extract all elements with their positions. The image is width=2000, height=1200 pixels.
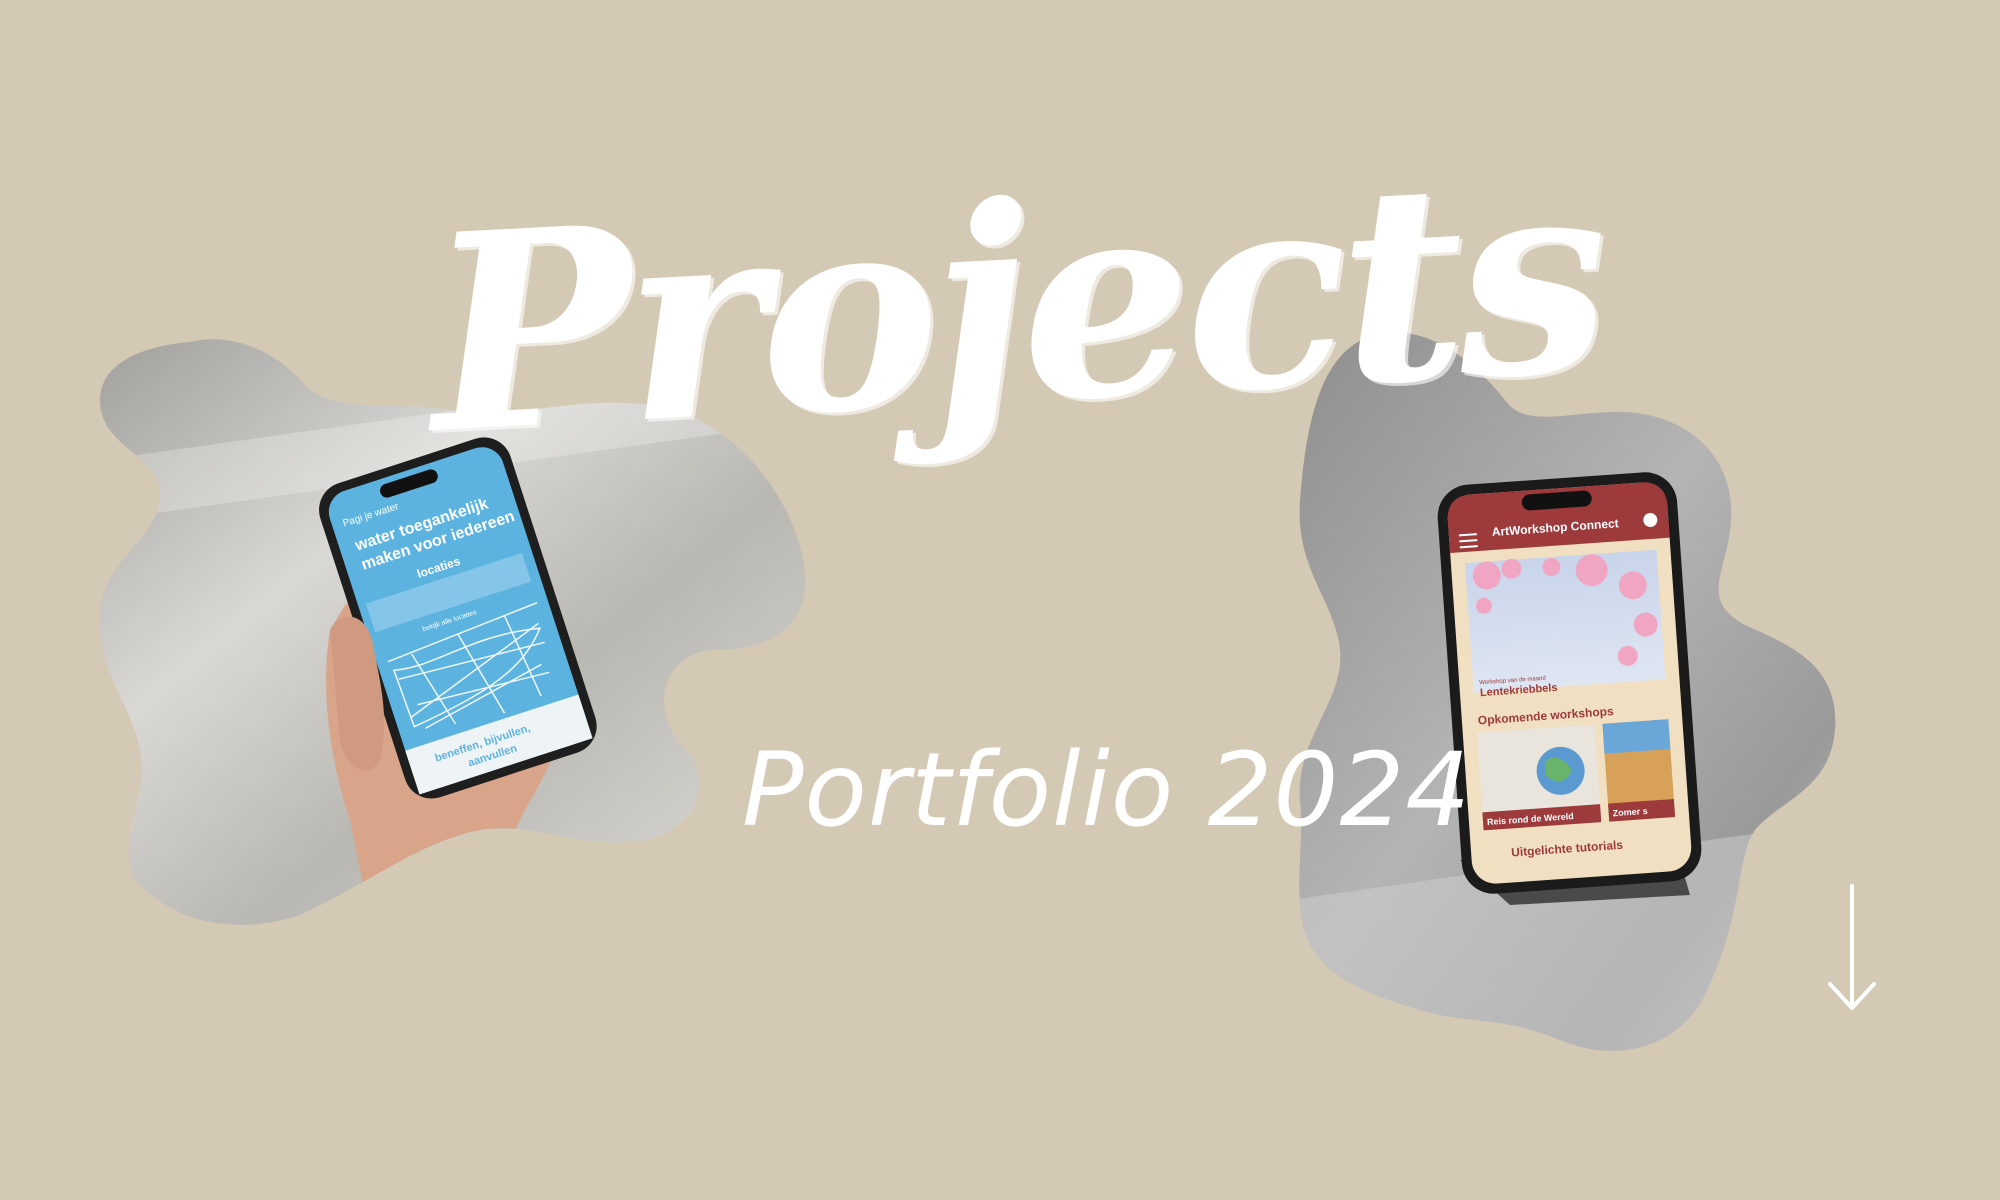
scroll-down-button[interactable] — [1812, 880, 1892, 1020]
hero-section: Pagi je water water toegankelijk maken v… — [0, 0, 2000, 1200]
arrow-down-icon — [1828, 884, 1876, 1010]
page-subtitle: Portfolio 2024 — [742, 731, 1472, 850]
page-title: Projects — [421, 114, 1609, 494]
